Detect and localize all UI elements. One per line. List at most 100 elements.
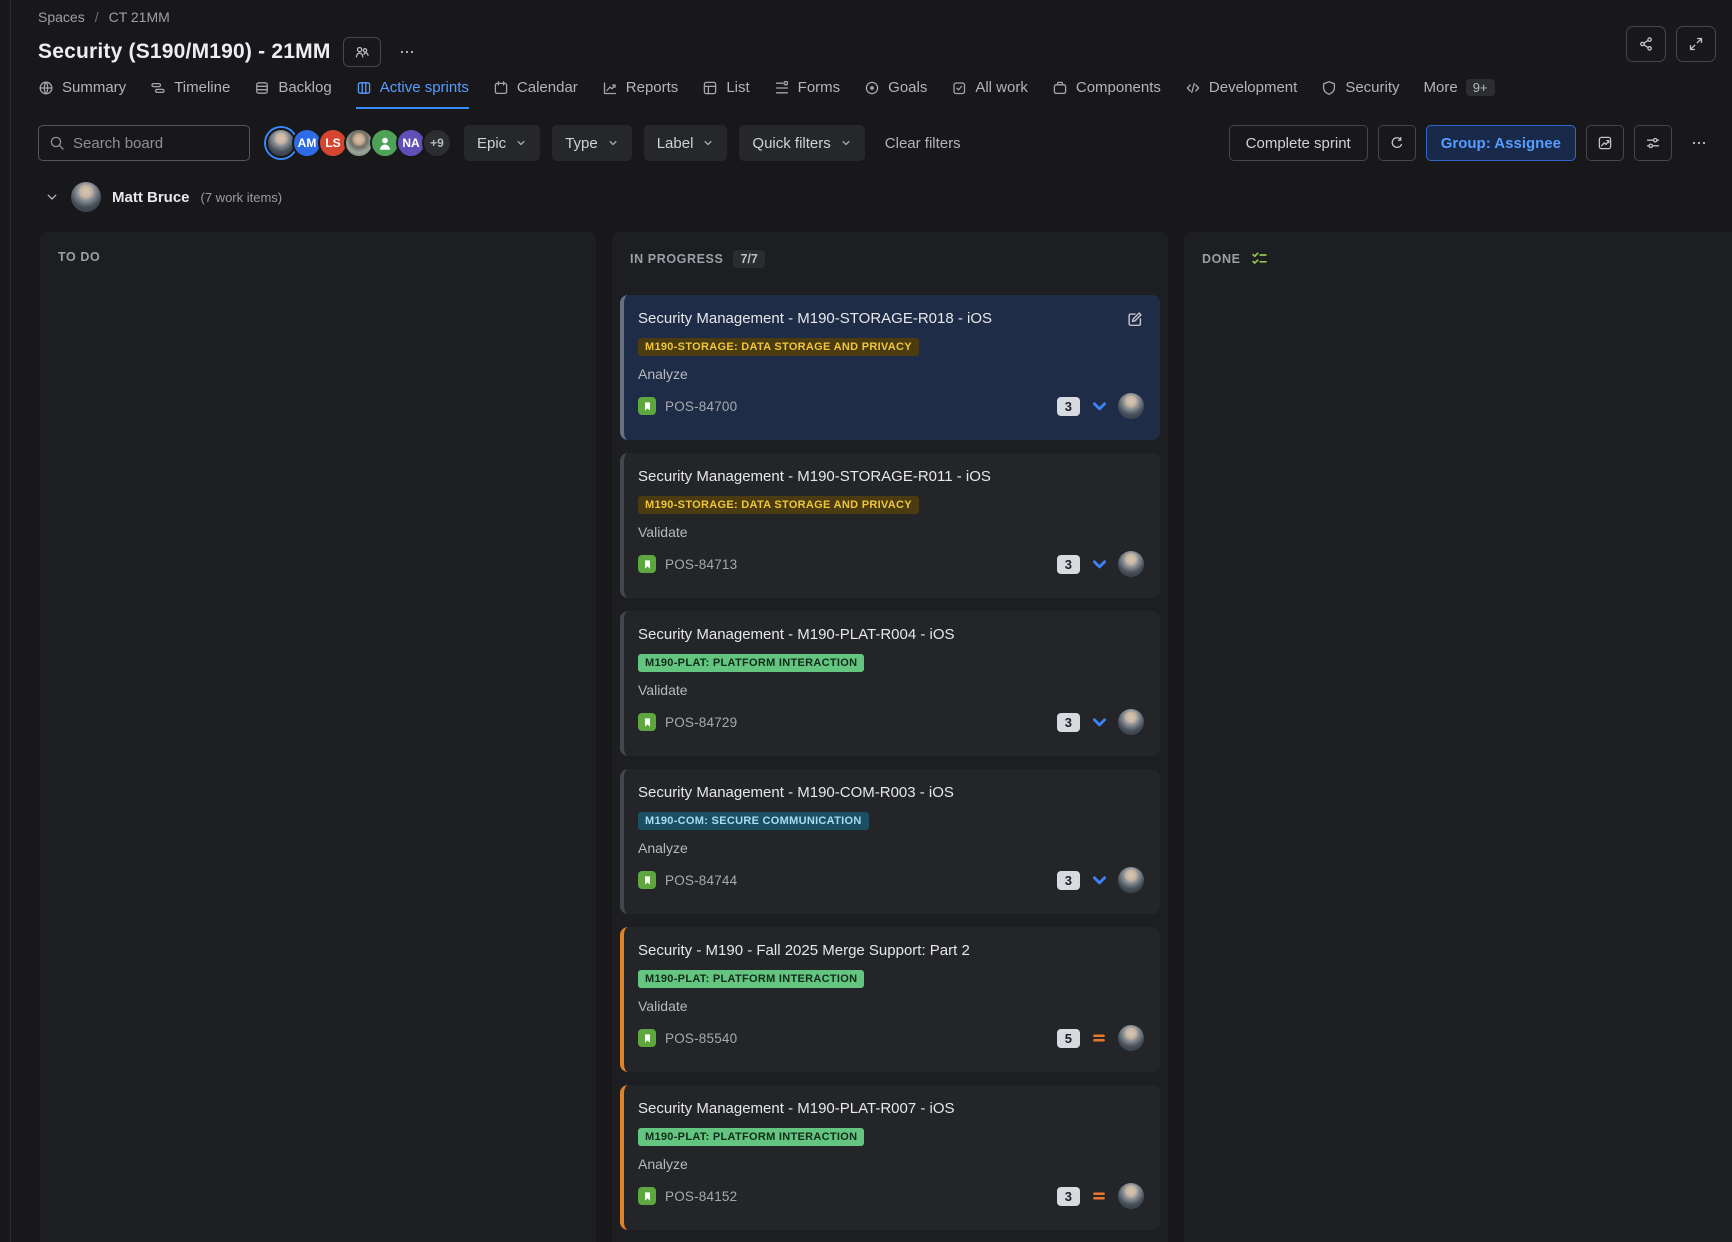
card-title: Security Management - M190-STORAGE-R018 …	[638, 309, 992, 329]
tab-all-work[interactable]: All work	[951, 79, 1028, 109]
card-label-tag: M190-PLAT: PLATFORM INTERACTION	[638, 970, 864, 988]
card-pos-84152[interactable]: Security Management - M190-PLAT-R007 - i…	[620, 1085, 1160, 1230]
toolbar-more-button[interactable]	[1682, 125, 1716, 161]
column-count-badge: 7/7	[733, 250, 764, 268]
clear-filters-button[interactable]: Clear filters	[885, 135, 961, 152]
tab-label: Forms	[798, 79, 841, 96]
share-button[interactable]	[1626, 26, 1666, 62]
card-assignee-avatar	[1118, 867, 1144, 893]
tab-components[interactable]: Components	[1052, 79, 1161, 109]
tab-backlog[interactable]: Backlog	[254, 79, 331, 109]
card-label-tag: M190-COM: SECURE COMMUNICATION	[638, 812, 869, 830]
chevron-sm-icon	[840, 137, 852, 149]
breadcrumb-spaces[interactable]: Spaces	[38, 9, 85, 25]
story-points-badge[interactable]: 3	[1057, 555, 1080, 574]
group-by-button[interactable]: Group: Assignee	[1426, 125, 1576, 161]
priority-medium-icon	[1090, 1029, 1108, 1047]
tab-label: Reports	[626, 79, 679, 96]
collapse-group-button[interactable]	[44, 189, 60, 205]
person-icon	[376, 134, 394, 152]
view-settings-button[interactable]	[1634, 125, 1672, 161]
card-pos-84729[interactable]: Security Management - M190-PLAT-R004 - i…	[620, 611, 1160, 756]
all-work-icon	[951, 80, 967, 96]
tab-security[interactable]: Security	[1321, 79, 1399, 109]
column-todo: TO DO	[40, 232, 596, 1242]
avatar-initials: AM	[298, 136, 317, 150]
card-list: Security Management - M190-STORAGE-R018 …	[612, 280, 1168, 1242]
tab-calendar[interactable]: Calendar	[493, 79, 578, 109]
automation-button[interactable]	[1378, 125, 1416, 161]
story-points-badge[interactable]: 3	[1057, 713, 1080, 732]
story-type-icon	[638, 397, 656, 415]
tab-development[interactable]: Development	[1185, 79, 1297, 109]
card-title: Security Management - M190-PLAT-R007 - i…	[638, 1099, 955, 1119]
card-footer: POS-841523	[638, 1183, 1144, 1209]
tab-label: All work	[975, 79, 1028, 96]
tab-active-sprints[interactable]: Active sprints	[356, 79, 469, 109]
assignee-name: Matt Bruce	[112, 189, 190, 206]
card-title-row: Security Management - M190-COM-R003 - iO…	[638, 783, 1144, 803]
priority-low-icon	[1090, 713, 1108, 731]
tab-forms[interactable]: Forms	[774, 79, 841, 109]
filter-label-dropdown[interactable]: Label	[644, 125, 728, 161]
card-assignee-avatar	[1118, 1025, 1144, 1051]
people-button[interactable]	[343, 37, 381, 67]
card-assignee-avatar	[1118, 393, 1144, 419]
timeline-icon	[150, 80, 166, 96]
search-input[interactable]	[73, 135, 239, 152]
card-title-row: Security Management - M190-STORAGE-R011 …	[638, 467, 1144, 487]
tab-label: Components	[1076, 79, 1161, 96]
column-title: DONE	[1202, 252, 1241, 266]
card-title-row: Security Management - M190-PLAT-R007 - i…	[638, 1099, 1144, 1119]
card-pos-85540[interactable]: Security - M190 - Fall 2025 Merge Suppor…	[620, 927, 1160, 1072]
backlog-icon	[254, 80, 270, 96]
development-icon	[1185, 80, 1201, 96]
card-pos-84700[interactable]: Security Management - M190-STORAGE-R018 …	[620, 295, 1160, 440]
tab-more[interactable]: More9+	[1424, 79, 1495, 109]
components-icon	[1052, 80, 1068, 96]
card-pos-84744[interactable]: Security Management - M190-COM-R003 - iO…	[620, 769, 1160, 914]
card-footer-right: 3	[1057, 1183, 1144, 1209]
title-more-button[interactable]	[393, 44, 421, 60]
assignee-avatar	[71, 182, 101, 212]
story-points-badge[interactable]: 5	[1057, 1029, 1080, 1048]
column-header-done: DONE	[1184, 232, 1732, 279]
card-title: Security - M190 - Fall 2025 Merge Suppor…	[638, 941, 970, 961]
page-title: Security (S190/M190) - 21MM	[38, 40, 331, 64]
filter-type-dropdown[interactable]: Type	[552, 125, 632, 161]
story-points-badge[interactable]: 3	[1057, 397, 1080, 416]
search-box[interactable]	[38, 125, 250, 161]
view-settings-icon	[1645, 135, 1661, 151]
tab-timeline[interactable]: Timeline	[150, 79, 230, 109]
avatar-overflow[interactable]: +9	[422, 128, 452, 158]
board-toolbar: AMLSNA+9 EpicTypeLabelQuick filters Clea…	[0, 109, 1732, 161]
tab-label: Timeline	[174, 79, 230, 96]
issue-key: POS-85540	[665, 1031, 737, 1046]
tab-reports[interactable]: Reports	[602, 79, 679, 109]
breadcrumb-project[interactable]: CT 21MM	[109, 9, 170, 25]
header-actions	[1626, 26, 1716, 62]
card-footer-right: 3	[1057, 551, 1144, 577]
card-footer-right: 3	[1057, 393, 1144, 419]
fullscreen-button[interactable]	[1676, 26, 1716, 62]
tab-goals[interactable]: Goals	[864, 79, 927, 109]
security-icon	[1321, 80, 1337, 96]
tab-summary[interactable]: Summary	[38, 79, 126, 109]
complete-sprint-button[interactable]: Complete sprint	[1229, 125, 1368, 161]
card-title: Security Management - M190-COM-R003 - iO…	[638, 783, 954, 803]
issue-key: POS-84744	[665, 873, 737, 888]
edit-summary-icon[interactable]	[1126, 310, 1144, 328]
card-assignee-avatar	[1118, 1183, 1144, 1209]
tab-list[interactable]: List	[702, 79, 749, 109]
issue-key: POS-84700	[665, 399, 737, 414]
column-title: TO DO	[58, 250, 100, 264]
filter-epic-dropdown[interactable]: Epic	[464, 125, 540, 161]
story-points-badge[interactable]: 3	[1057, 871, 1080, 890]
column-in-progress: IN PROGRESS 7/7 Security Management - M1…	[612, 232, 1168, 1242]
tab-label: Goals	[888, 79, 927, 96]
card-pos-84713[interactable]: Security Management - M190-STORAGE-R011 …	[620, 453, 1160, 598]
filter-quick-filters-dropdown[interactable]: Quick filters	[739, 125, 864, 161]
tab-label: Security	[1345, 79, 1399, 96]
insights-button[interactable]	[1586, 125, 1624, 161]
story-points-badge[interactable]: 3	[1057, 1187, 1080, 1206]
